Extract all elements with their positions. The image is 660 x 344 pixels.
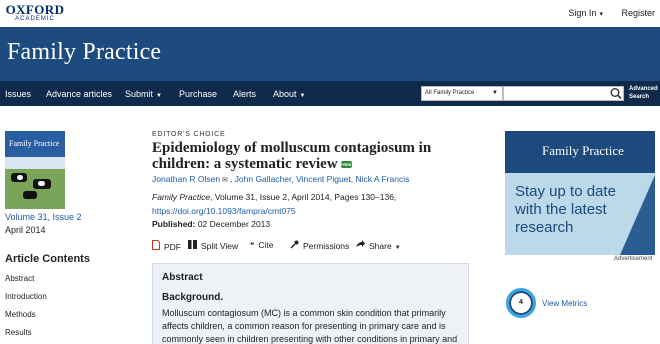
share-button[interactable]: Share ▼ xyxy=(356,240,401,251)
toc-item-abstract[interactable]: Abstract xyxy=(5,274,34,283)
abstract-text: Molluscum contagiosum (MC) is a common s… xyxy=(162,308,458,344)
citation-journal: Family Practice xyxy=(152,192,211,202)
split-view-label: Split View xyxy=(201,241,239,251)
advertisement-label: Advertisement xyxy=(614,256,653,262)
share-label: Share xyxy=(369,241,392,251)
published-date: Published: 02 December 2013 xyxy=(152,219,270,229)
article-category-label: EDITOR'S CHOICE xyxy=(152,131,226,138)
issue-link[interactable]: Volume 31, Issue 2 xyxy=(5,212,82,222)
sign-in-link[interactable]: Sign In ▾ xyxy=(568,8,603,18)
quote-icon: ❝ xyxy=(250,241,255,250)
split-view-icon xyxy=(188,240,197,251)
ad-tagline: Stay up to date with the latest research xyxy=(515,183,616,236)
cite-button[interactable]: ❝ Cite xyxy=(250,240,273,250)
author-link[interactable]: John Gallacher xyxy=(235,174,292,184)
author-list: Jonathan R Olsen ✉, John Gallacher, Vince… xyxy=(152,174,410,184)
pdf-button[interactable]: PDF xyxy=(152,240,181,252)
article-title-text: Epidemiology of molluscum contagiosum in… xyxy=(152,140,432,172)
author-link[interactable]: Vincent Piguet xyxy=(296,174,351,184)
author-link[interactable]: Jonathan R Olsen xyxy=(152,174,220,184)
chevron-down-icon: ▼ xyxy=(492,90,498,96)
pdf-icon xyxy=(152,240,160,252)
free-access-badge: FREE xyxy=(340,161,352,169)
view-metrics-link[interactable]: View Metrics xyxy=(542,299,587,308)
ad-decoration xyxy=(620,175,655,255)
altmetric-badge[interactable]: 4 xyxy=(506,288,536,318)
logo-line-academic: ACADEMIC xyxy=(15,16,55,22)
search-icon xyxy=(610,88,622,100)
toc-item-results[interactable]: Results xyxy=(5,328,32,337)
ad-title: Family Practice xyxy=(542,143,624,158)
advertisement-banner[interactable]: Family Practice Stay up to date with the… xyxy=(505,131,655,255)
abstract-heading: Abstract xyxy=(162,272,203,283)
nav-item-about[interactable]: About ▼ xyxy=(273,89,305,99)
share-icon xyxy=(356,240,365,251)
issue-cover-image[interactable]: Family Practice xyxy=(5,131,65,209)
toc-item-methods[interactable]: Methods xyxy=(5,310,36,319)
cover-cow xyxy=(23,191,37,199)
journal-title[interactable]: Family Practice xyxy=(7,39,161,66)
nav-about-label: About xyxy=(273,89,297,99)
abstract-subheading: Background. xyxy=(162,292,224,303)
abstract-panel: Abstract Background. Molluscum contagios… xyxy=(152,263,469,344)
pdf-label: PDF xyxy=(164,242,181,252)
key-icon xyxy=(290,240,299,251)
top-utility-bar: OXFORD ACADEMIC Sign In ▾ Register xyxy=(0,0,660,27)
advanced-search-line2: Search xyxy=(629,94,650,100)
published-value: 02 December 2013 xyxy=(197,219,271,229)
sign-in-label: Sign In xyxy=(568,8,597,18)
citation-details: , Volume 31, Issue 2, April 2014, Pages … xyxy=(210,192,397,202)
cite-label: Cite xyxy=(258,240,274,250)
search-input[interactable] xyxy=(503,86,624,101)
nav-item-advance-articles[interactable]: Advance articles xyxy=(46,89,112,99)
citation-line: Family Practice, Volume 31, Issue 2, Apr… xyxy=(152,192,396,202)
logo-line-oxford: OXFORD xyxy=(5,2,65,17)
nav-item-submit[interactable]: Submit ▼ xyxy=(125,89,162,99)
advanced-search-link[interactable]: Advanced Search xyxy=(629,85,658,101)
split-view-button[interactable]: Split View xyxy=(188,240,238,251)
search-scope-select[interactable]: All Family Practice ▼ xyxy=(421,86,503,101)
search-scope-value: All Family Practice xyxy=(425,90,475,96)
article-title: Epidemiology of molluscum contagiosum in… xyxy=(152,140,452,172)
permissions-button[interactable]: Permissions xyxy=(290,240,349,251)
nav-item-purchase[interactable]: Purchase xyxy=(179,89,217,99)
cover-title: Family Practice xyxy=(9,139,60,148)
author-link[interactable]: Nick A Francis xyxy=(356,174,410,184)
envelope-icon[interactable]: ✉ xyxy=(222,177,228,184)
chevron-down-icon: ▼ xyxy=(299,93,306,99)
search-button[interactable] xyxy=(609,87,623,100)
altmetric-score: 4 xyxy=(519,299,523,306)
nav-submit-label: Submit xyxy=(125,89,154,99)
doi-link[interactable]: https://doi.org/10.1093/fampra/cmt075 xyxy=(152,206,296,216)
cover-cow-patch xyxy=(17,175,23,180)
journal-banner: Family Practice xyxy=(0,27,660,81)
chevron-down-icon: ▼ xyxy=(394,245,401,251)
account-links: Sign In ▾ Register xyxy=(568,8,655,18)
article-contents-heading: Article Contents xyxy=(5,253,90,265)
oxford-academic-logo[interactable]: OXFORD ACADEMIC xyxy=(5,3,65,23)
nav-item-alerts[interactable]: Alerts xyxy=(233,89,256,99)
issue-date: April 2014 xyxy=(5,225,46,235)
toc-item-introduction[interactable]: Introduction xyxy=(5,292,47,301)
register-link[interactable]: Register xyxy=(621,8,655,18)
chevron-down-icon: ▼ xyxy=(156,93,162,99)
nav-item-issues[interactable]: Issues xyxy=(5,89,31,99)
advanced-search-line1: Advanced xyxy=(629,86,658,92)
published-label: Published: xyxy=(152,219,196,229)
chevron-down-icon: ▾ xyxy=(599,11,603,18)
permissions-label: Permissions xyxy=(303,241,350,251)
cover-cow-patch xyxy=(38,181,45,186)
